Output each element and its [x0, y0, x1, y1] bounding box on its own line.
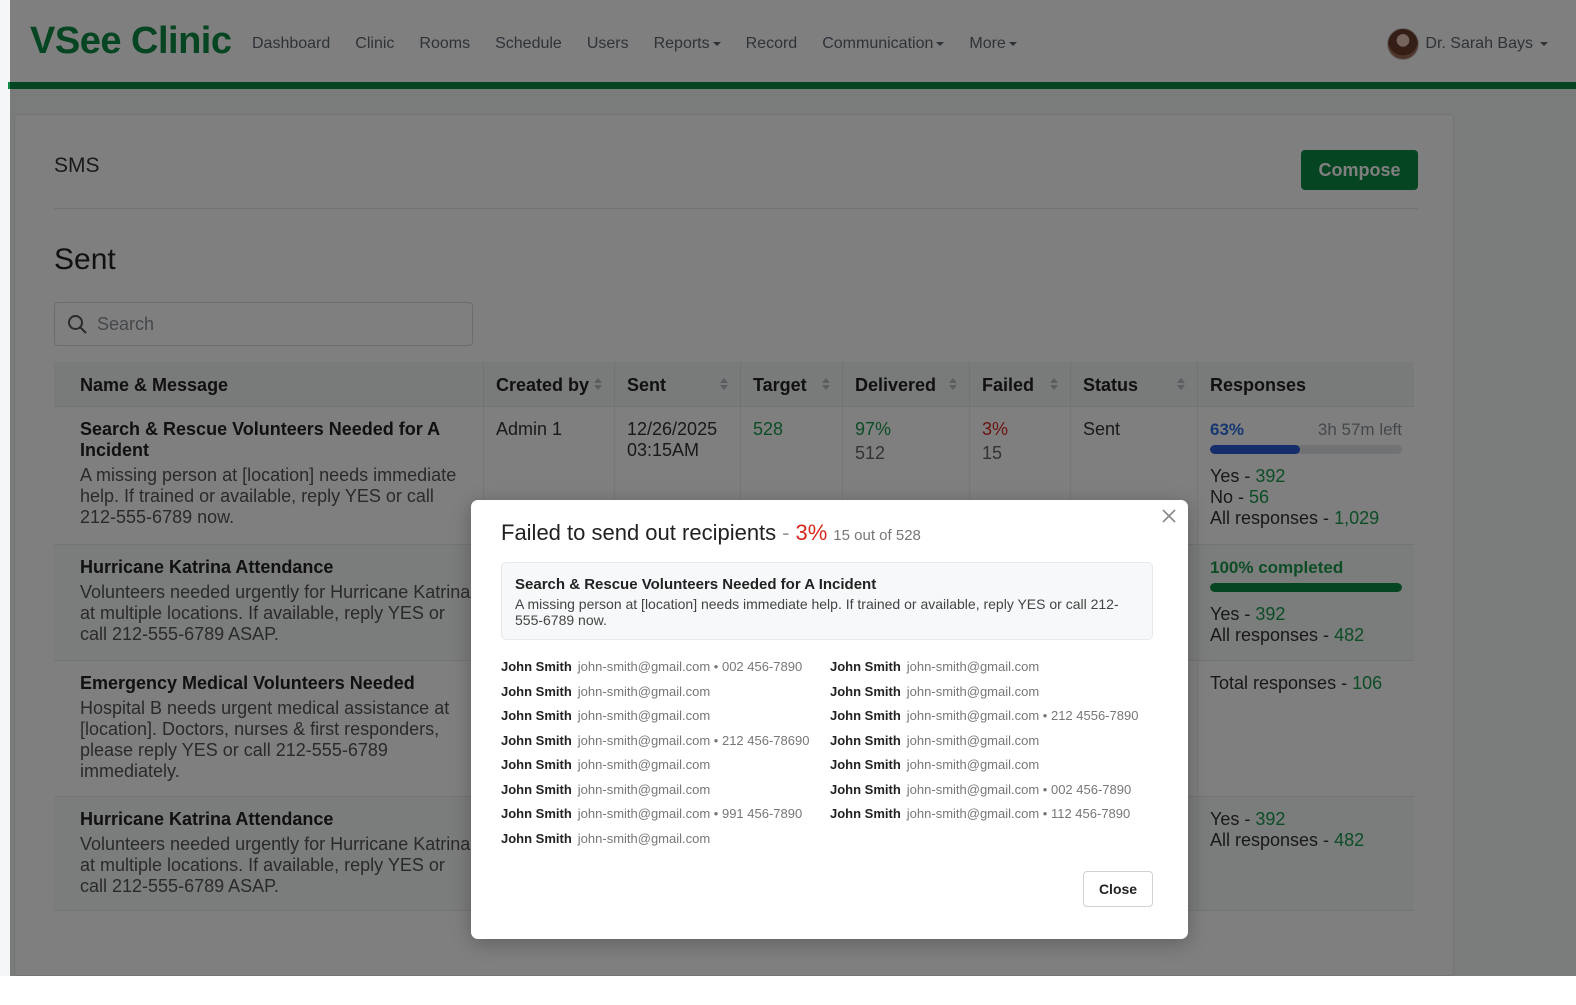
recipient-name: John Smith: [501, 830, 572, 846]
failed-percentage: 3%: [795, 520, 828, 545]
message-preview-title: Search & Rescue Volunteers Needed for A …: [515, 576, 877, 593]
recipient-name: John Smith: [830, 757, 901, 772]
recipient-email: john-smith@gmail.com: [577, 732, 711, 748]
message-preview: Search & Rescue Volunteers Needed for A …: [501, 562, 1153, 640]
close-button[interactable]: Close: [1083, 871, 1153, 907]
modal-title-dash: -: [782, 520, 790, 545]
recipient-row: John Smith john-smith@gmail.com: [830, 680, 1159, 705]
recipient-row: John Smith john-smith@gmail.com: [501, 753, 830, 778]
recipient-row: John Smith john-smith@gmail.com • 212 455…: [830, 704, 1159, 729]
recipient-email: john-smith@gmail.com: [906, 683, 1040, 699]
failed-count: 15 out of 528: [833, 527, 921, 544]
recipient-row: John Smith john-smith@gmail.com: [830, 729, 1159, 754]
recipient-email: john-smith@gmail.com: [577, 757, 711, 772]
recipient-column-right: John Smith john-smith@gmail.com John Smith…: [830, 655, 1159, 851]
close-icon[interactable]: [1161, 508, 1177, 524]
recipient-name: John Smith: [830, 659, 901, 674]
recipient-name: John Smith: [830, 732, 901, 748]
recipient-row: John Smith john-smith@gmail.com: [501, 704, 830, 729]
recipient-list: John Smith john-smith@gmail.com • 002 456…: [501, 655, 1161, 851]
recipient-row: John Smith john-smith@gmail.com: [830, 655, 1159, 680]
recipient-row: John Smith john-smith@gmail.com • 002 456…: [501, 655, 830, 680]
recipient-email: john-smith@gmail.com: [577, 781, 711, 797]
recipient-email: john-smith@gmail.com: [577, 708, 711, 723]
recipient-email: john-smith@gmail.com: [906, 806, 1040, 821]
recipient-name: John Smith: [501, 781, 572, 797]
recipient-email: john-smith@gmail.com: [906, 781, 1040, 797]
recipient-row: John Smith john-smith@gmail.com: [830, 753, 1159, 778]
recipient-phone: • 212 456-78690: [710, 732, 810, 748]
recipient-row: John Smith john-smith@gmail.com: [501, 680, 830, 705]
recipient-name: John Smith: [501, 659, 572, 674]
recipient-email: john-smith@gmail.com: [577, 683, 711, 699]
modal-title-text: Failed to send out recipients: [501, 520, 777, 545]
recipient-email: john-smith@gmail.com: [577, 806, 711, 821]
recipient-phone: • 002 456-7890: [1039, 781, 1132, 797]
page-footer-strip: [0, 976, 1576, 1005]
recipient-name: John Smith: [830, 683, 901, 699]
modal-title: Failed to send out recipients - 3% 15 ou…: [501, 520, 921, 546]
recipient-row: John Smith john-smith@gmail.com • 991 456…: [501, 802, 830, 827]
recipient-name: John Smith: [501, 757, 572, 772]
recipient-name: John Smith: [830, 708, 901, 723]
recipient-column-left: John Smith john-smith@gmail.com • 002 456…: [501, 655, 830, 851]
recipient-email: john-smith@gmail.com: [906, 732, 1040, 748]
recipient-email: john-smith@gmail.com: [577, 830, 711, 846]
recipient-row: John Smith john-smith@gmail.com: [501, 827, 830, 852]
recipient-row: John Smith john-smith@gmail.com • 112 456…: [830, 802, 1159, 827]
recipient-name: John Smith: [501, 683, 572, 699]
recipient-phone: • 991 456-7890: [710, 806, 803, 821]
failed-recipients-modal: Failed to send out recipients - 3% 15 ou…: [471, 500, 1188, 939]
recipient-email: john-smith@gmail.com: [577, 659, 711, 674]
recipient-email: john-smith@gmail.com: [906, 708, 1040, 723]
recipient-phone: • 212 4556-7890: [1039, 708, 1139, 723]
recipient-phone: • 112 456-7890: [1039, 806, 1131, 821]
recipient-phone: • 002 456-7890: [710, 659, 803, 674]
recipient-email: john-smith@gmail.com: [906, 659, 1040, 674]
message-preview-body: A missing person at [location] needs imm…: [515, 596, 1119, 628]
recipient-row: John Smith john-smith@gmail.com • 002 456…: [830, 778, 1159, 803]
recipient-name: John Smith: [501, 806, 572, 821]
recipient-row: John Smith john-smith@gmail.com: [501, 778, 830, 803]
recipient-name: John Smith: [830, 781, 901, 797]
recipient-name: John Smith: [501, 708, 572, 723]
recipient-name: John Smith: [830, 806, 901, 821]
recipient-row: John Smith john-smith@gmail.com • 212 456…: [501, 729, 830, 754]
recipient-email: john-smith@gmail.com: [906, 757, 1040, 772]
recipient-name: John Smith: [501, 732, 572, 748]
